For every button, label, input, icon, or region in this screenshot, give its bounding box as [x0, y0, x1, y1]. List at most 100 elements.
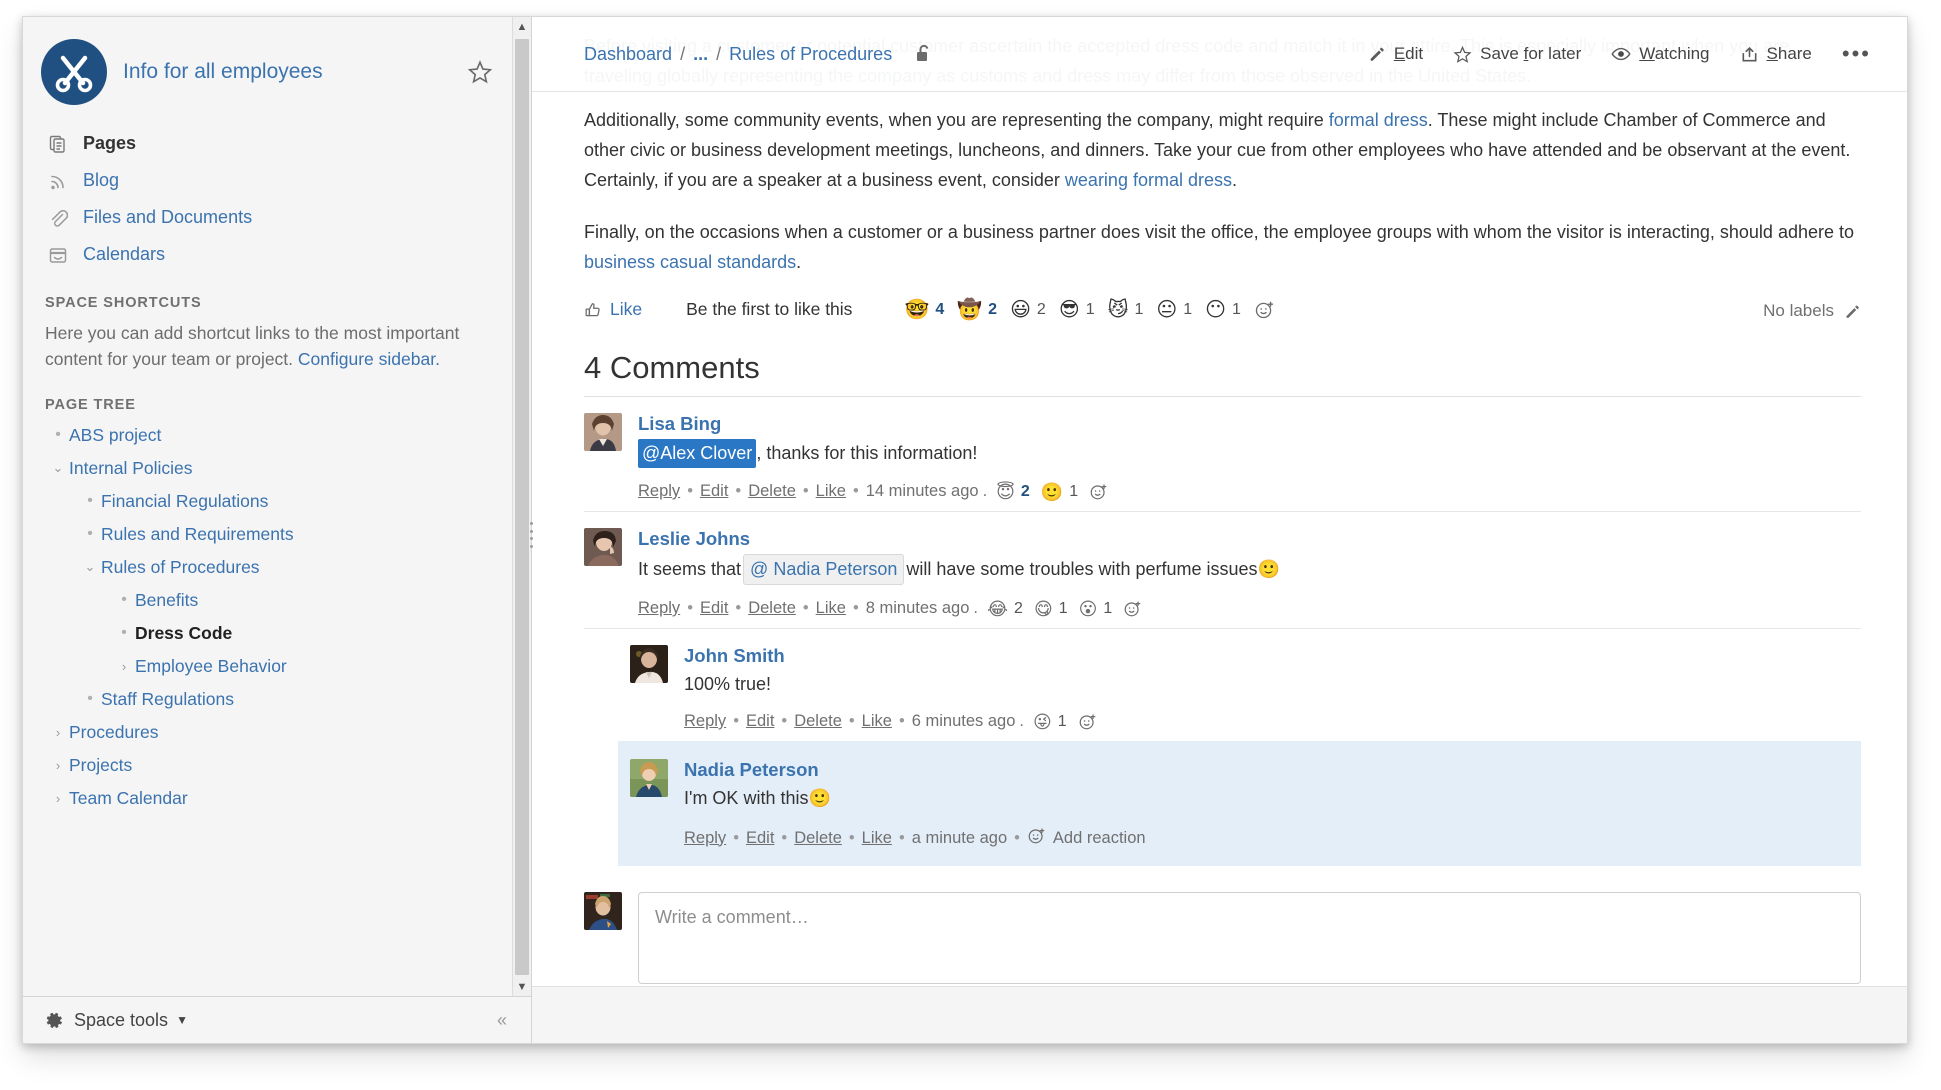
chevron-double-left-icon[interactable]: «: [483, 1010, 519, 1031]
save-for-later-button[interactable]: Save for later: [1453, 44, 1581, 64]
edit-link[interactable]: Edit: [700, 482, 728, 501]
wry-cat-face-reaction[interactable]: 😼 1: [1108, 300, 1144, 320]
tree-item-staff-regulations[interactable]: • Staff Regulations: [23, 683, 513, 716]
comment-timestamp: 8 minutes ago: [865, 599, 970, 617]
comment-actions: Reply • Edit • Delete • Like • 8 minutes ago…: [638, 599, 1861, 618]
space-tools-button[interactable]: Space tools ▼: [45, 1010, 188, 1031]
edit-link[interactable]: Edit: [746, 712, 774, 731]
add-reaction-icon[interactable]: [1123, 599, 1142, 618]
scroll-up-icon[interactable]: ▲: [513, 17, 531, 37]
mention-nadia-peterson[interactable]: @ Nadia Peterson: [743, 554, 905, 585]
sidebar-item-label: Files and Documents: [83, 207, 253, 227]
tree-item-abs-project[interactable]: • ABS project: [23, 419, 513, 452]
tree-item-team-calendar[interactable]: › Team Calendar: [23, 782, 513, 815]
sunglasses-face-reaction[interactable]: 😎 1: [1059, 300, 1095, 320]
comment-author[interactable]: Lisa Bing: [638, 413, 1861, 435]
sunglasses-face-icon: 😎: [1058, 298, 1080, 321]
breadcrumb-ellipsis[interactable]: ...: [693, 44, 708, 65]
more-actions-button[interactable]: •••: [1842, 43, 1871, 65]
delete-link[interactable]: Delete: [748, 599, 796, 618]
chevron-right-icon[interactable]: ›: [47, 791, 69, 806]
edit-link[interactable]: Edit: [700, 599, 728, 618]
sidebar-item-calendars[interactable]: Calendars: [23, 236, 513, 273]
avatar-leslie-johns[interactable]: [584, 528, 622, 566]
cowboy-face-reaction[interactable]: 🤠 2: [957, 300, 997, 320]
tree-item-projects[interactable]: › Projects: [23, 749, 513, 782]
reply-link[interactable]: Reply: [638, 599, 680, 618]
chevron-right-icon[interactable]: ›: [47, 725, 69, 740]
paperclip-icon: [45, 208, 71, 228]
share-button[interactable]: Share: [1740, 44, 1812, 64]
delete-link[interactable]: Delete: [794, 829, 842, 848]
like-link[interactable]: Like: [816, 482, 846, 501]
chevron-down-icon[interactable]: ⌄: [79, 559, 101, 575]
scroll-down-icon[interactable]: ▼: [513, 977, 531, 997]
avatar-john-smith[interactable]: [630, 645, 668, 683]
avatar-lisa-bing[interactable]: [584, 413, 622, 451]
tree-item-label: Rules and Requirements: [101, 523, 294, 544]
business-casual-standards-link[interactable]: business casual standards: [584, 252, 796, 272]
tree-item-dress-code[interactable]: • Dress Code: [23, 617, 513, 650]
breadcrumb-separator: /: [680, 43, 686, 64]
joy-face-reaction[interactable]: 😂 2: [987, 600, 1023, 618]
add-reaction-icon[interactable]: [1078, 712, 1097, 731]
chevron-right-icon[interactable]: ›: [47, 758, 69, 773]
tree-item-internal-policies[interactable]: ⌄ Internal Policies: [23, 452, 513, 485]
tree-item-financial-regulations[interactable]: • Financial Regulations: [23, 485, 513, 518]
scrollbar-thumb[interactable]: [515, 39, 529, 975]
edit-link[interactable]: Edit: [746, 829, 774, 848]
avatar-nadia-peterson[interactable]: [630, 759, 668, 797]
slight-smile-reaction[interactable]: 🙂 1: [1041, 483, 1078, 501]
mention-alex-clover[interactable]: @Alex Clover: [638, 439, 757, 468]
like-button[interactable]: Like: [584, 299, 642, 320]
watching-button[interactable]: Watching: [1611, 44, 1710, 64]
comment-author[interactable]: Nadia Peterson: [684, 759, 1847, 781]
sidebar-item-blog[interactable]: Blog: [23, 162, 513, 199]
pencil-icon[interactable]: [1844, 303, 1861, 320]
tree-item-benefits[interactable]: • Benefits: [23, 584, 513, 617]
reply-link[interactable]: Reply: [684, 829, 726, 848]
tongue-wink-face-reaction[interactable]: 😜 1: [1033, 713, 1067, 731]
tree-item-procedures[interactable]: › Procedures: [23, 716, 513, 749]
neutral-face-reaction[interactable]: 😐 1: [1156, 300, 1192, 320]
delete-link[interactable]: Delete: [794, 712, 842, 731]
comment-author[interactable]: John Smith: [684, 645, 1861, 667]
no-mouth-face-reaction[interactable]: 😶 1: [1205, 300, 1241, 320]
like-link[interactable]: Like: [816, 599, 846, 618]
nerd-face-reaction[interactable]: 🤓 4: [904, 300, 944, 320]
wearing-formal-dress-link[interactable]: wearing formal dress: [1065, 170, 1232, 190]
halo-face-reaction[interactable]: 😇 2: [996, 483, 1030, 501]
formal-dress-link[interactable]: formal dress: [1329, 110, 1428, 130]
delete-link[interactable]: Delete: [748, 482, 796, 501]
reply-link[interactable]: Reply: [684, 712, 726, 731]
surprised-face-reaction[interactable]: 😮 1: [1079, 600, 1113, 618]
star-icon[interactable]: [465, 57, 495, 87]
add-reaction-button[interactable]: Add reaction: [1027, 826, 1146, 850]
chevron-down-icon[interactable]: ⌄: [47, 460, 69, 476]
thumbs-up-icon: [584, 301, 602, 319]
sidebar-scrollbar[interactable]: ▲ ▼: [512, 17, 531, 997]
breadcrumb-dashboard[interactable]: Dashboard: [584, 44, 672, 65]
add-reaction-icon[interactable]: [1089, 482, 1108, 501]
like-link[interactable]: Like: [862, 829, 892, 848]
tree-item-rules-of-procedures[interactable]: ⌄ Rules of Procedures: [23, 551, 513, 584]
breadcrumb-rules-of-procedures[interactable]: Rules of Procedures: [729, 44, 892, 65]
sidebar-resize-handle[interactable]: [526, 520, 536, 550]
sidebar-item-files-and-documents[interactable]: Files and Documents: [23, 199, 513, 236]
space-title[interactable]: Info for all employees: [123, 59, 465, 84]
yum-face-reaction[interactable]: 😋 1: [1034, 600, 1068, 618]
page-labels[interactable]: No labels: [1763, 301, 1861, 321]
like-link[interactable]: Like: [862, 712, 892, 731]
configure-sidebar-link[interactable]: Configure sidebar.: [298, 349, 440, 369]
sidebar-item-pages[interactable]: Pages: [23, 125, 513, 162]
grinning-face-reaction[interactable]: 😃 2: [1010, 300, 1046, 320]
tree-item-rules-and-requirements[interactable]: • Rules and Requirements: [23, 518, 513, 551]
unlocked-padlock-icon[interactable]: [914, 43, 934, 65]
add-reaction-icon[interactable]: [1254, 299, 1275, 320]
chevron-right-icon[interactable]: ›: [113, 659, 135, 674]
edit-button[interactable]: Edit: [1368, 44, 1423, 64]
comment-author[interactable]: Leslie Johns: [638, 528, 1861, 550]
tree-item-employee-behavior[interactable]: › Employee Behavior: [23, 650, 513, 683]
comment-input[interactable]: Write a comment…: [638, 892, 1861, 984]
reply-link[interactable]: Reply: [638, 482, 680, 501]
